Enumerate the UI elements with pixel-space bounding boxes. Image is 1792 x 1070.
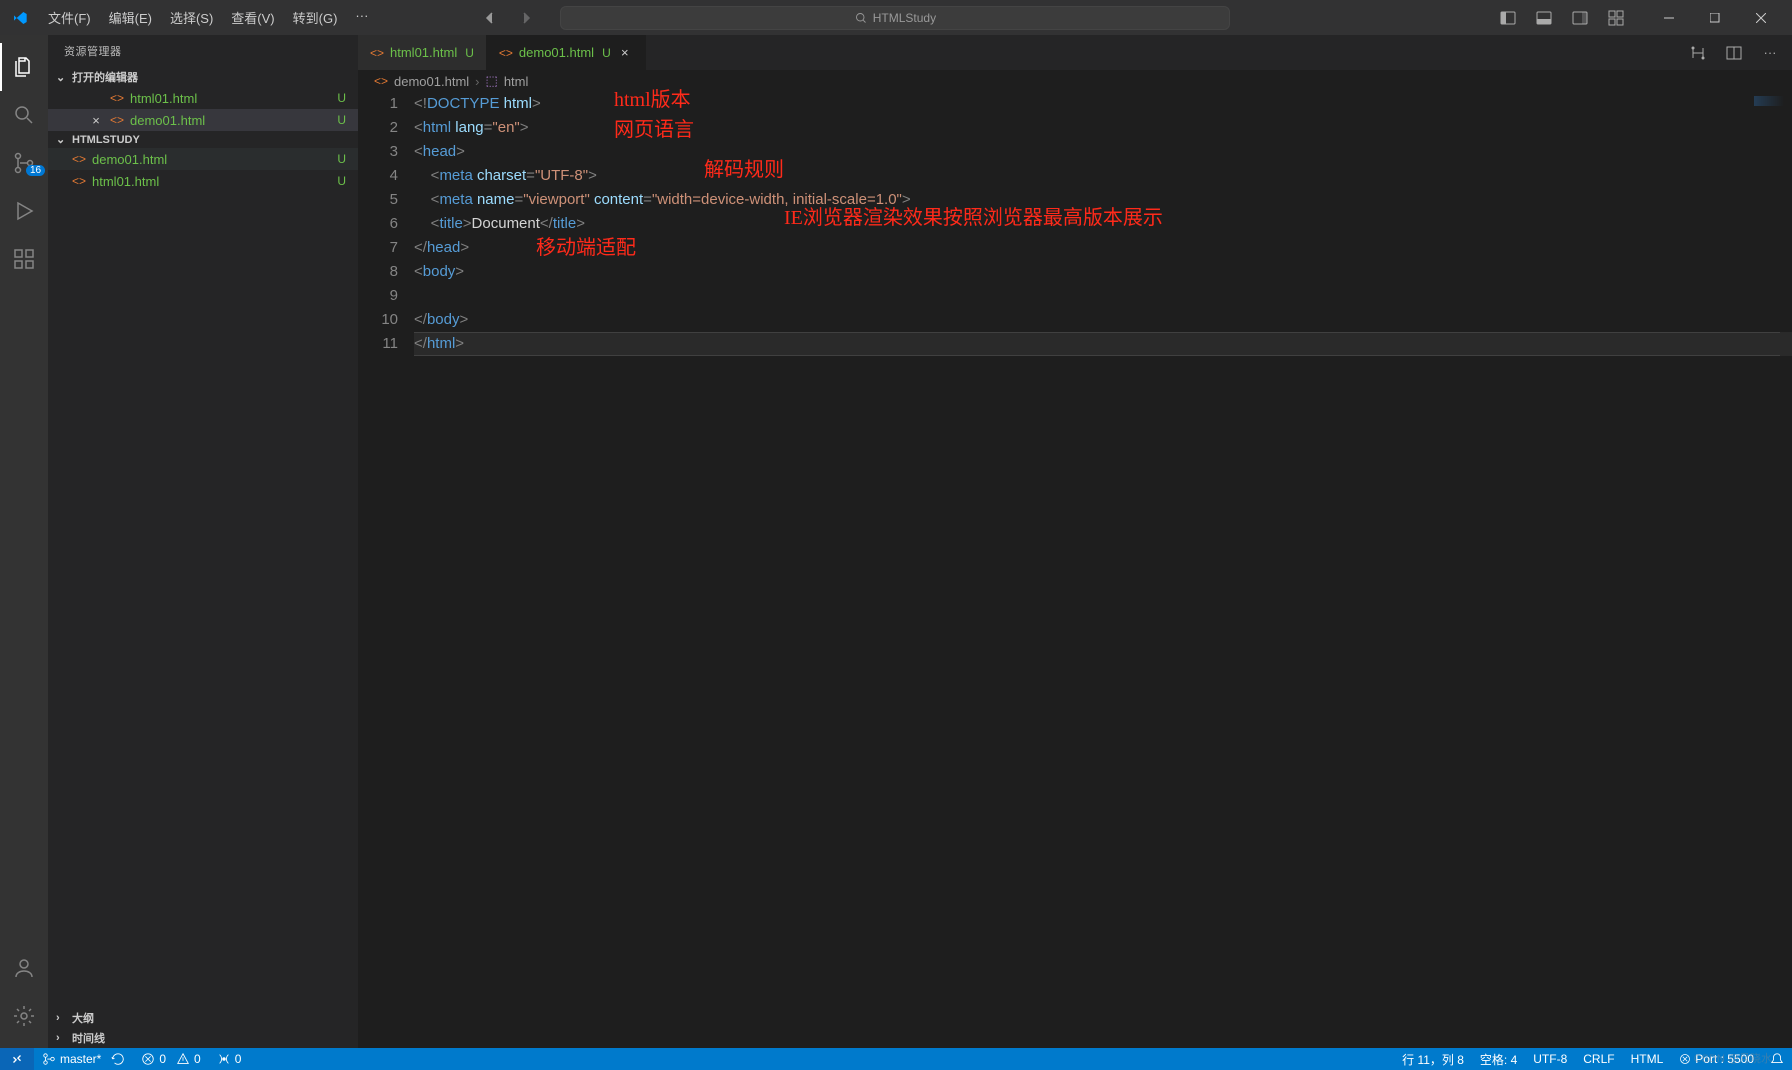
symbol-icon: ⬚: [486, 73, 498, 89]
line-gutter: 1234567891011: [358, 92, 414, 1048]
git-changes-badge: 16: [26, 165, 45, 176]
html-file-icon: <>: [110, 113, 124, 127]
editor-tabs: <> html01.html U <> demo01.html U × ···: [358, 35, 1792, 70]
nav-back-button[interactable]: [476, 4, 504, 32]
window-close-button[interactable]: [1738, 0, 1784, 35]
activity-accounts[interactable]: [0, 944, 48, 992]
indentation-status[interactable]: 空格: 4: [1472, 1048, 1525, 1070]
language-status[interactable]: HTML: [1623, 1048, 1672, 1070]
activity-bar: 16: [0, 35, 48, 1048]
layout-sidebar-right-icon[interactable]: [1566, 4, 1594, 32]
file-item[interactable]: <> demo01.html U: [48, 148, 358, 170]
activity-debug[interactable]: [0, 187, 48, 235]
encoding-status[interactable]: UTF-8: [1525, 1048, 1575, 1070]
explorer-sidebar: 资源管理器 ⌄ 打开的编辑器 × <> html01.html U × <> d…: [48, 35, 358, 1048]
layout-panel-icon[interactable]: [1530, 4, 1558, 32]
menu-file[interactable]: 文件(F): [40, 4, 99, 31]
cursor-position-status[interactable]: 行 11，列 8: [1394, 1048, 1472, 1070]
tab-demo01[interactable]: <> demo01.html U ×: [487, 35, 646, 70]
compare-changes-icon[interactable]: [1684, 39, 1712, 67]
menu-more[interactable]: ···: [347, 4, 376, 31]
title-bar: 文件(F) 编辑(E) 选择(S) 查看(V) 转到(G) ··· HTMLSt…: [0, 0, 1792, 35]
git-branch-status[interactable]: master*: [34, 1048, 133, 1070]
more-actions-icon[interactable]: ···: [1756, 39, 1784, 67]
tab-html01[interactable]: <> html01.html U: [358, 35, 487, 70]
outline-section[interactable]: › 大纲: [48, 1008, 358, 1028]
menu-bar: 文件(F) 编辑(E) 选择(S) 查看(V) 转到(G) ···: [40, 4, 376, 31]
window-minimize-button[interactable]: [1646, 0, 1692, 35]
git-status-letter: U: [337, 174, 346, 188]
code-editor[interactable]: 1234567891011 <!DOCTYPE html> <html lang…: [358, 92, 1792, 1048]
remote-button[interactable]: [0, 1048, 34, 1070]
html-file-icon: <>: [499, 46, 513, 60]
activity-search[interactable]: [0, 91, 48, 139]
window-maximize-button[interactable]: [1692, 0, 1738, 35]
layout-sidebar-left-icon[interactable]: [1494, 4, 1522, 32]
close-icon[interactable]: ×: [617, 45, 633, 60]
git-status-letter: U: [337, 113, 346, 127]
command-center[interactable]: HTMLStudy: [560, 6, 1230, 30]
menu-view[interactable]: 查看(V): [223, 4, 282, 31]
html-file-icon: <>: [72, 152, 86, 166]
eol-status[interactable]: CRLF: [1575, 1048, 1622, 1070]
watermark: CSDN @月晓水: [1694, 1050, 1772, 1066]
problems-status[interactable]: 0 0: [133, 1048, 208, 1070]
html-file-icon: <>: [370, 46, 384, 60]
chevron-right-icon: ›: [56, 1032, 68, 1044]
menu-edit[interactable]: 编辑(E): [101, 4, 160, 31]
html-file-icon: <>: [110, 91, 124, 105]
git-status-letter: U: [337, 152, 346, 166]
timeline-section[interactable]: › 时间线: [48, 1028, 358, 1048]
html-file-icon: <>: [374, 74, 388, 88]
open-editor-item[interactable]: × <> html01.html U: [48, 87, 358, 109]
activity-explorer[interactable]: [0, 43, 48, 91]
vscode-icon: [12, 10, 28, 26]
nav-arrows: [476, 4, 540, 32]
breadcrumb[interactable]: <> demo01.html › ⬚ html: [358, 70, 1792, 92]
chevron-down-icon: ⌄: [56, 133, 68, 146]
git-status-letter: U: [337, 91, 346, 105]
nav-forward-button[interactable]: [512, 4, 540, 32]
workspace-section[interactable]: ⌄ HTMLSTUDY: [48, 131, 358, 148]
customize-layout-icon[interactable]: [1602, 4, 1630, 32]
code-content[interactable]: <!DOCTYPE html> <html lang="en"> <head> …: [414, 92, 1792, 1048]
split-editor-icon[interactable]: [1720, 39, 1748, 67]
close-icon[interactable]: ×: [88, 113, 104, 128]
chevron-down-icon: ⌄: [56, 71, 68, 84]
open-editors-section[interactable]: ⌄ 打开的编辑器: [48, 67, 358, 87]
command-center-title: HTMLStudy: [873, 11, 936, 25]
editor-group: <> html01.html U <> demo01.html U × ··· …: [358, 35, 1792, 1048]
activity-settings[interactable]: [0, 992, 48, 1040]
activity-source-control[interactable]: 16: [0, 139, 48, 187]
status-bar: master* 0 0 0 行 11，列 8 空格: 4 UTF-8 CRLF …: [0, 1048, 1792, 1070]
html-file-icon: <>: [72, 174, 86, 188]
menu-select[interactable]: 选择(S): [162, 4, 221, 31]
activity-extensions[interactable]: [0, 235, 48, 283]
sidebar-title: 资源管理器: [48, 35, 358, 67]
chevron-right-icon: ›: [56, 1012, 68, 1024]
vertical-scrollbar[interactable]: [1778, 92, 1792, 1048]
menu-goto[interactable]: 转到(G): [285, 4, 346, 31]
file-item[interactable]: <> html01.html U: [48, 170, 358, 192]
open-editor-item[interactable]: × <> demo01.html U: [48, 109, 358, 131]
ports-status[interactable]: 0: [209, 1048, 250, 1070]
